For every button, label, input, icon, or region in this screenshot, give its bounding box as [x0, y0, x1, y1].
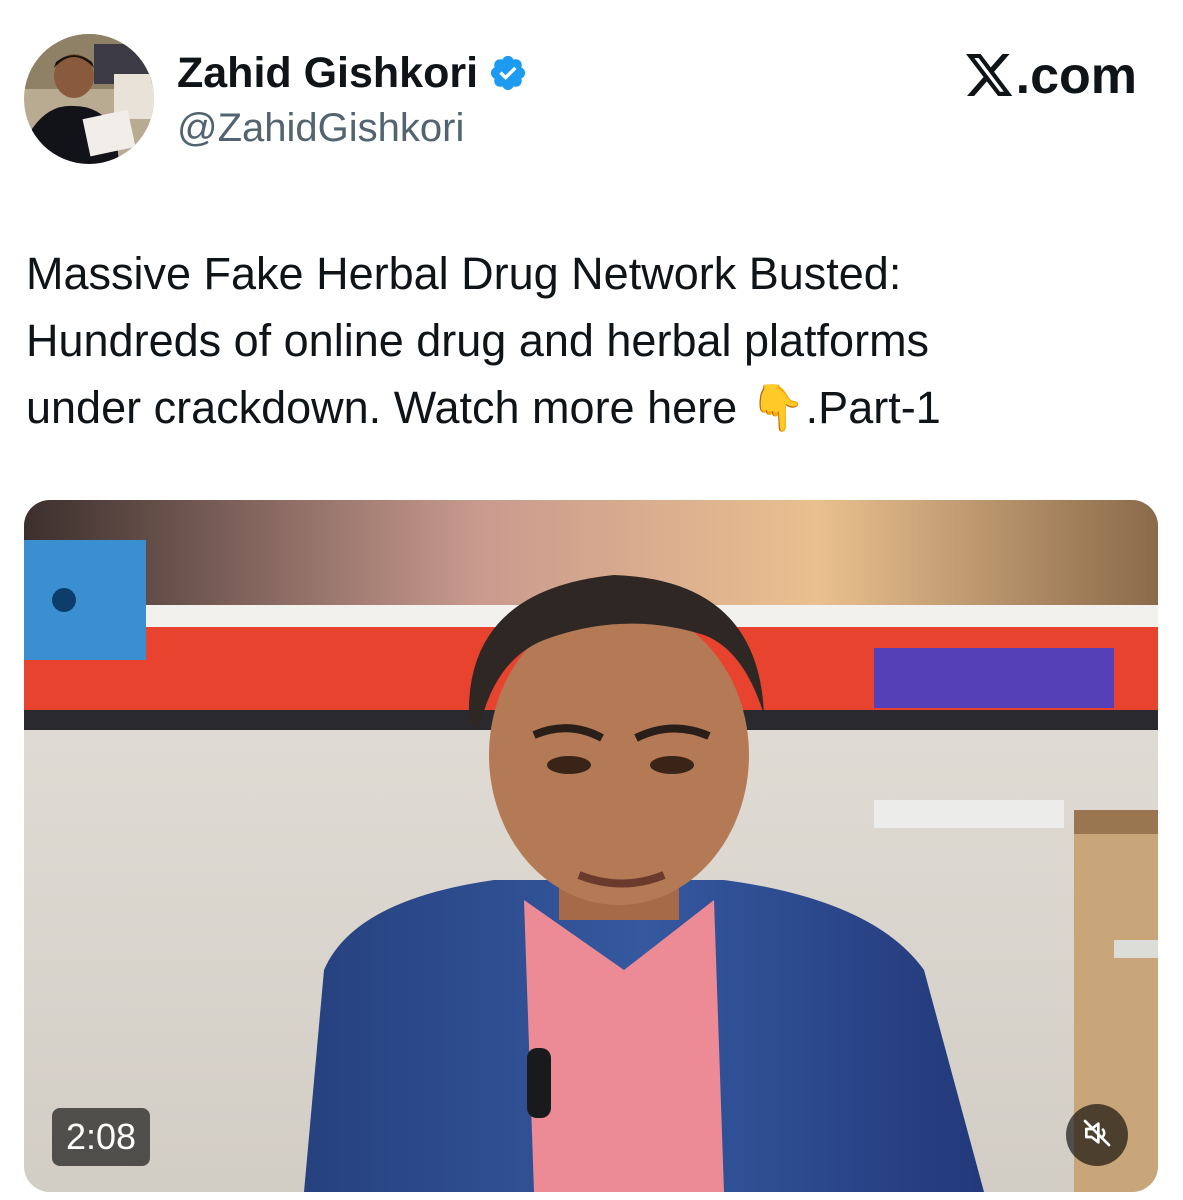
video-duration-badge: 2:08	[52, 1108, 151, 1166]
author-display-name[interactable]: Zahid Gishkori	[177, 49, 478, 98]
author-info: Zahid Gishkori @ZahidGishkori	[177, 44, 528, 151]
verified-badge-icon	[488, 53, 528, 93]
author-handle[interactable]: @ZahidGishkori	[177, 106, 528, 151]
author-avatar[interactable]	[24, 34, 154, 164]
author-name-row: Zahid Gishkori	[177, 44, 528, 102]
x-com-brand[interactable]: .com	[965, 46, 1137, 106]
x-logo-icon	[965, 54, 1014, 98]
video-player[interactable]: 2:08	[24, 500, 1158, 1192]
brand-suffix: .com	[1015, 47, 1137, 105]
muted-speaker-icon	[1081, 1117, 1113, 1154]
mute-toggle-button[interactable]	[1066, 1104, 1128, 1166]
video-frame	[24, 500, 1158, 1192]
avatar-image	[24, 34, 154, 164]
tweet-text: Massive Fake Herbal Drug Network Busted:…	[26, 248, 941, 433]
